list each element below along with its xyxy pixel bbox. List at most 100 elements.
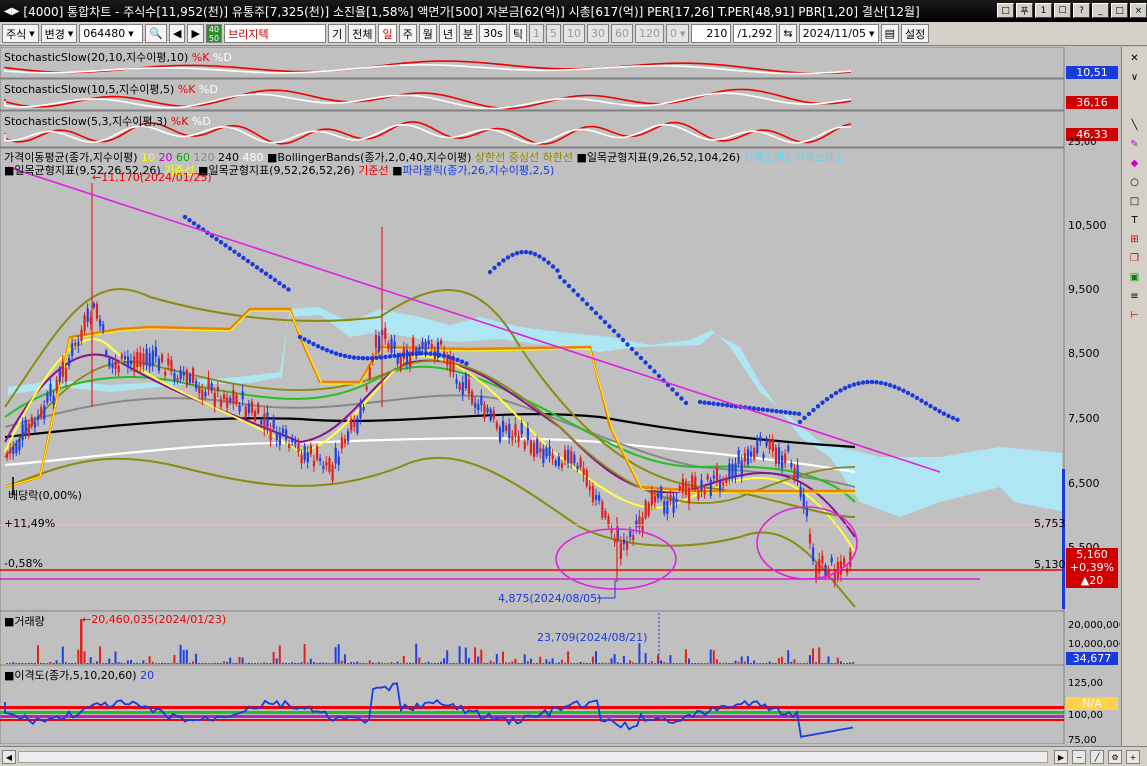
volume-bar	[247, 662, 250, 664]
window-button-one[interactable]: 1	[1035, 3, 1052, 18]
sar-dot	[796, 411, 802, 417]
price-candle-body	[802, 494, 805, 508]
price-candle-body	[195, 380, 198, 389]
sar-dot	[459, 359, 465, 364]
period-button-all[interactable]: 전체	[348, 24, 377, 43]
eraser-tool-icon[interactable]: ◆	[1127, 156, 1142, 170]
price-candle-body	[523, 441, 526, 449]
settings-button[interactable]: 설정	[900, 24, 930, 43]
interval-stepper[interactable]: 0	[665, 24, 690, 43]
minute-button-10[interactable]: 10	[562, 24, 585, 43]
sar-dot	[423, 351, 429, 356]
text-tool-icon[interactable]: T	[1127, 213, 1142, 227]
draw-icon[interactable]: ╱	[1090, 750, 1104, 764]
minute-button-60[interactable]: 60	[610, 24, 633, 43]
price-candle-body	[92, 303, 95, 308]
price-candle-body	[40, 407, 43, 417]
volume-bar	[139, 663, 142, 664]
volume-bar	[678, 662, 681, 664]
price-candle-body	[768, 439, 771, 450]
scroll-left-icon[interactable]: ◀	[2, 750, 16, 764]
minute-button-5[interactable]: 5	[545, 24, 561, 43]
date-input[interactable]: 2024/11/05	[798, 24, 879, 43]
price-candle-body	[582, 468, 585, 476]
zoom-in-icon[interactable]: +	[1126, 750, 1140, 764]
minute-button-30[interactable]: 30	[586, 24, 609, 43]
copy-tool-icon[interactable]: ❐	[1127, 251, 1142, 265]
maximize-button[interactable]: □	[1111, 3, 1128, 18]
period-button-minute[interactable]: 분	[458, 24, 478, 43]
volume-bar	[793, 659, 796, 664]
save-icon[interactable]: ▤	[880, 24, 899, 43]
volume-bar	[285, 662, 287, 664]
price-scale-marker	[1062, 469, 1065, 609]
window-nav-icon[interactable]: ◀▶	[4, 6, 19, 17]
volume-bar	[529, 658, 532, 664]
volume-bar	[74, 662, 77, 664]
scroll-right-icon[interactable]: ▶	[1054, 750, 1068, 764]
window-button-frame[interactable]: ☐	[1054, 3, 1071, 18]
volume-bar	[539, 656, 542, 664]
window-button-pin[interactable]: 푸	[1016, 3, 1033, 18]
period-button-month[interactable]: 월	[418, 24, 437, 43]
fibonacci-tool-icon[interactable]: ≡	[1127, 289, 1142, 303]
price-candle-body	[678, 485, 681, 491]
candle-tool-icon[interactable]: ⊞	[1127, 232, 1142, 246]
sar-dot	[446, 354, 451, 360]
minute-button-120[interactable]: 120	[634, 24, 664, 43]
price-candle-body	[601, 501, 604, 518]
stoch3-scale: 25,00	[1068, 137, 1097, 148]
kospi-kosdaq-toggle-icon[interactable]: 40 50	[205, 24, 223, 43]
low-label: 4,875(2024/08/05)	[498, 592, 602, 605]
scroll-thumb[interactable]	[18, 751, 1048, 763]
sar-dot	[860, 380, 866, 385]
chart-area[interactable]: StochasticSlow(20,10,지수이평,10) %K %D Stoc…	[0, 47, 1120, 744]
period-button-30s[interactable]: 30s	[479, 24, 507, 43]
period-button-gi[interactable]: 기	[328, 24, 347, 43]
minimize-button[interactable]: _	[1092, 3, 1109, 18]
search-icon[interactable]: 🔍	[145, 24, 167, 43]
period-button-year[interactable]: 년	[438, 24, 457, 43]
price-candle-body	[777, 447, 781, 465]
ichimoku1-lines: 선행스팬1 선행스팬2	[743, 151, 843, 164]
pencil-tool-icon[interactable]: ✎	[1127, 137, 1142, 151]
close-button[interactable]: ×	[1130, 3, 1147, 18]
period-button-tick[interactable]: 틱	[508, 24, 527, 43]
period-button-day[interactable]: 일	[378, 24, 397, 43]
sar-dot	[620, 337, 626, 343]
gear-icon[interactable]: ⚙	[1108, 750, 1122, 764]
chevron-down-icon[interactable]: ∨	[1127, 70, 1142, 84]
image-tool-icon[interactable]: ▣	[1127, 270, 1142, 284]
sar-dot	[643, 360, 648, 365]
sar-dot	[272, 277, 278, 283]
price-candle-body	[452, 359, 455, 373]
minute-button-1[interactable]: 1	[528, 24, 544, 43]
volume-bar	[734, 660, 737, 664]
volume-bar	[111, 663, 114, 664]
window-button-restore[interactable]: □	[997, 3, 1014, 18]
volume-bar	[672, 662, 675, 664]
close-icon[interactable]: ✕	[1127, 51, 1142, 65]
price-candle-body	[80, 329, 83, 342]
line-tool-icon[interactable]: ╲	[1127, 118, 1142, 132]
chart-scrollbar[interactable]: ◀ ▶ − ╱ ⚙ +	[0, 746, 1147, 766]
mode-select[interactable]: 변경	[40, 24, 78, 43]
date-nav-icon[interactable]: ⇆	[779, 24, 797, 43]
volume-bar	[331, 662, 334, 664]
prev-arrow-icon[interactable]: ◀	[168, 24, 186, 43]
price-candle-body	[722, 482, 725, 486]
ellipse-tool-icon[interactable]: ○	[1127, 175, 1142, 189]
code-input[interactable]: 064480	[79, 24, 144, 43]
window-buttons: □ 푸 1 ☐ ? _ □ ×	[997, 3, 1147, 18]
period-button-week[interactable]: 주	[398, 24, 417, 43]
next-arrow-icon[interactable]: ▶	[187, 24, 204, 43]
volume-bar	[650, 661, 653, 664]
zoom-out-icon[interactable]: −	[1072, 750, 1086, 764]
count-input[interactable]: 210	[691, 24, 732, 43]
help-button[interactable]: ?	[1073, 3, 1090, 18]
rectangle-tool-icon[interactable]: □	[1127, 194, 1142, 208]
sar-dot	[711, 401, 716, 406]
range-tool-icon[interactable]: ⊢	[1127, 308, 1142, 322]
market-select[interactable]: 주식	[2, 24, 39, 43]
volume-bar	[396, 661, 399, 664]
